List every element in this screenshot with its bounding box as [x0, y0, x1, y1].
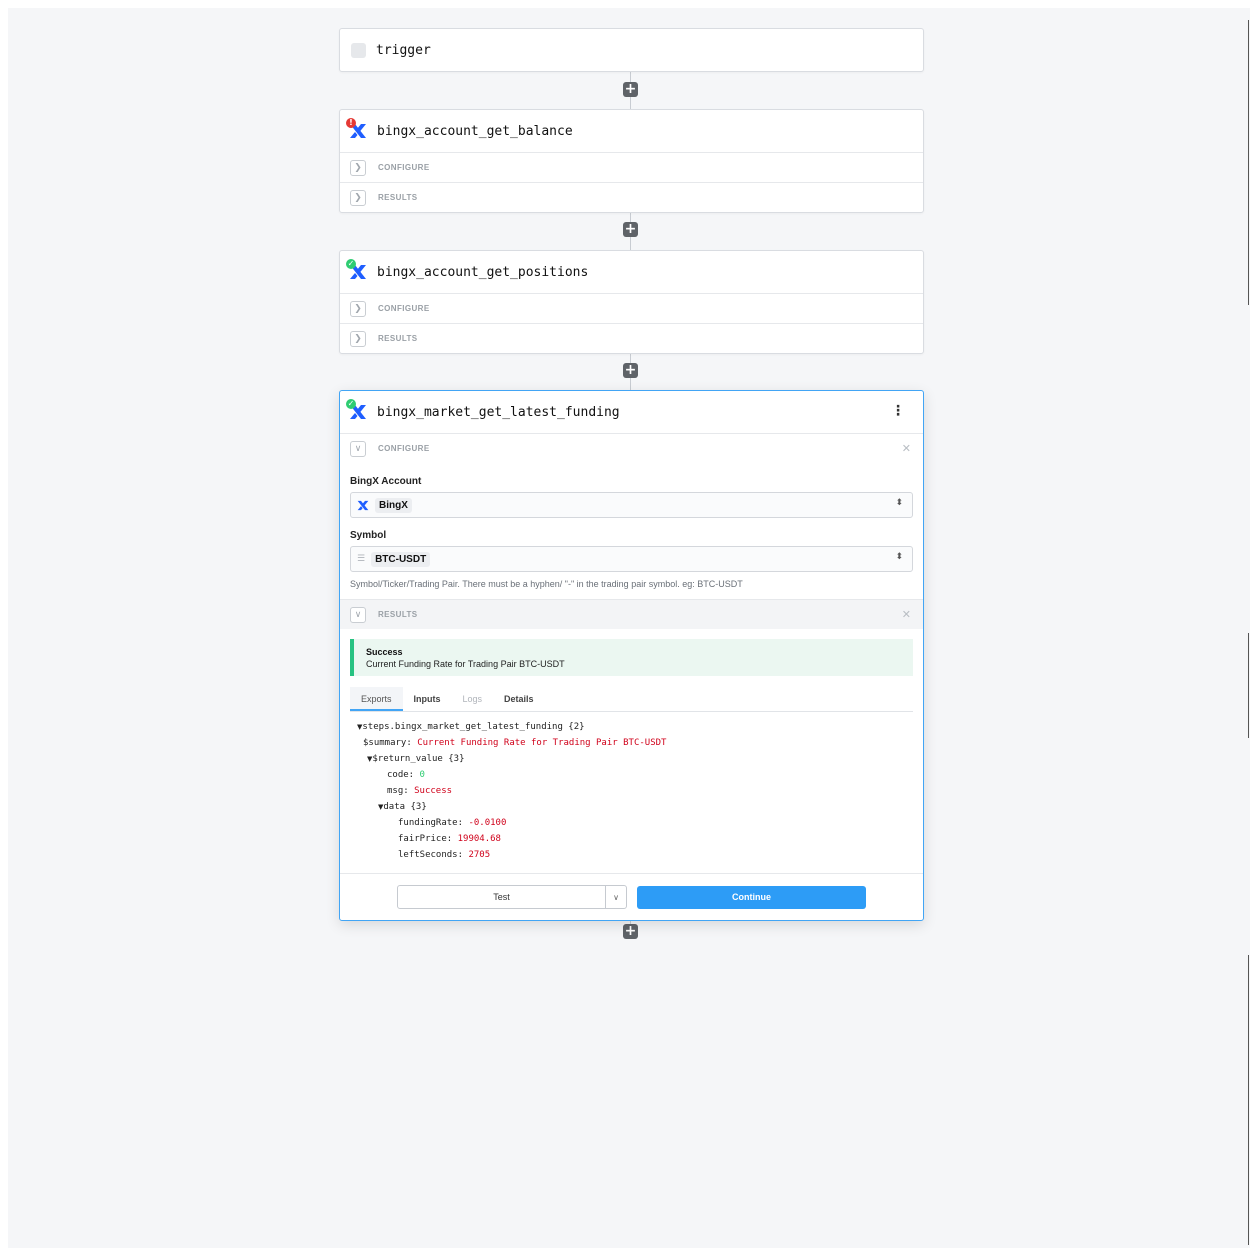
step-title: bingx_account_get_positions: [377, 264, 589, 280]
tree-node: msg: Success: [340, 783, 923, 799]
section-label: RESULTS: [378, 334, 418, 343]
tree-node: fairPrice: 19904.68: [340, 831, 923, 847]
symbol-field-label: Symbol: [350, 530, 387, 541]
tree-node[interactable]: ▼steps.bingx_market_get_latest_funding {…: [340, 719, 923, 735]
configure-section[interactable]: ❯ CONFIGURE: [340, 152, 923, 182]
check-icon: ✓: [346, 259, 356, 269]
scrollbar-marker: [1248, 633, 1249, 738]
tree-value: -0.0100: [468, 818, 507, 828]
chevron-right-icon[interactable]: ❯: [350, 330, 366, 347]
updown-arrows-icon: ⬍: [895, 498, 903, 508]
bingx-logo-icon: !: [346, 118, 367, 140]
chevron-right-icon[interactable]: ❯: [350, 189, 366, 206]
section-label: CONFIGURE: [378, 444, 430, 453]
check-icon: ✓: [346, 399, 356, 409]
tree-value: Current Funding Rate for Trading Pair BT…: [417, 738, 667, 748]
add-step-button[interactable]: +: [623, 363, 638, 378]
test-label: Test: [493, 892, 510, 902]
tree-key: msg:: [387, 786, 409, 796]
tree-key: fairPrice:: [398, 834, 453, 844]
tree-key: $summary:: [363, 738, 412, 748]
tree-value: 2705: [468, 850, 491, 860]
step-title: trigger: [376, 42, 431, 58]
tree-key: code:: [387, 770, 415, 780]
tree-value: Success: [414, 786, 453, 796]
chevron-down-icon[interactable]: ∨: [350, 440, 366, 457]
kebab-menu-icon[interactable]: ⋮: [891, 403, 905, 419]
continue-button[interactable]: Continue: [637, 885, 866, 909]
tree-key: leftSeconds:: [398, 850, 464, 860]
chevron-right-icon[interactable]: ❯: [350, 300, 366, 317]
pin-icon[interactable]: ✕: [902, 442, 911, 455]
symbol-hint: Symbol/Ticker/Trading Pair. There must b…: [350, 579, 743, 589]
scrollbar-marker: [1248, 955, 1249, 1245]
tree-node[interactable]: ▼data {3}: [340, 799, 923, 815]
add-step-button[interactable]: +: [623, 924, 638, 939]
exports-tree: ▼steps.bingx_market_get_latest_funding {…: [340, 712, 923, 863]
tab-details[interactable]: Details: [493, 687, 545, 711]
symbol-select[interactable]: ☰ BTC-USDT ⬍: [350, 546, 913, 572]
pin-icon[interactable]: ✕: [902, 608, 911, 621]
results-section[interactable]: ❯ RESULTS: [340, 182, 923, 212]
tree-value: 19904.68: [457, 834, 501, 844]
trigger-step-card[interactable]: trigger: [339, 28, 924, 72]
tab-exports[interactable]: Exports: [350, 687, 403, 711]
tree-node: leftSeconds: 2705: [340, 847, 923, 863]
symbol-chip: BTC-USDT: [371, 551, 431, 567]
bingx-logo-icon: ✓: [346, 259, 367, 281]
chevron-down-icon[interactable]: ∨: [350, 606, 366, 623]
bingx-logo-icon: ✓: [346, 399, 367, 421]
section-label: RESULTS: [378, 610, 418, 619]
test-button[interactable]: Test ∨: [397, 885, 627, 909]
configure-section-header[interactable]: ∨ CONFIGURE ✕: [340, 433, 923, 463]
success-title: Success: [366, 646, 403, 657]
trigger-icon: [351, 42, 366, 58]
tree-key: data {3}: [383, 802, 427, 812]
results-section-header[interactable]: ∨ RESULTS ✕: [340, 599, 923, 629]
tree-key: fundingRate:: [398, 818, 464, 828]
tab-inputs[interactable]: Inputs: [403, 687, 452, 711]
tree-value: 0: [419, 770, 425, 780]
list-icon: ☰: [357, 554, 366, 564]
success-banner: Success Current Funding Rate for Trading…: [350, 639, 913, 676]
section-label: CONFIGURE: [378, 163, 430, 172]
tree-node[interactable]: ▼$return_value {3}: [340, 751, 923, 767]
step-title: bingx_market_get_latest_funding: [377, 404, 620, 420]
updown-arrows-icon: ⬍: [895, 552, 903, 562]
chevron-right-icon[interactable]: ❯: [350, 159, 366, 176]
tree-key: $return_value {3}: [372, 754, 465, 764]
account-field-label: BingX Account: [350, 476, 422, 487]
tree-node: fundingRate: -0.0100: [340, 815, 923, 831]
add-step-button[interactable]: +: [623, 82, 638, 97]
step-title: bingx_account_get_balance: [377, 123, 573, 139]
step-card-get-latest-funding[interactable]: ✓ bingx_market_get_latest_funding ⋮ ∨ CO…: [339, 390, 924, 921]
tree-node: $summary: Current Funding Rate for Tradi…: [340, 735, 923, 751]
chevron-down-icon[interactable]: ∨: [605, 886, 626, 908]
account-select[interactable]: BingX ⬍: [350, 492, 913, 518]
configure-section[interactable]: ❯ CONFIGURE: [340, 293, 923, 323]
tab-logs[interactable]: Logs: [452, 687, 494, 711]
error-icon: !: [346, 118, 356, 128]
section-label: RESULTS: [378, 193, 418, 202]
step-card-get-positions[interactable]: ✓ bingx_account_get_positions ❯ CONFIGUR…: [339, 250, 924, 354]
section-label: CONFIGURE: [378, 304, 430, 313]
results-section[interactable]: ❯ RESULTS: [340, 323, 923, 353]
tree-node: code: 0: [340, 767, 923, 783]
success-message: Current Funding Rate for Trading Pair BT…: [366, 658, 565, 669]
add-step-button[interactable]: +: [623, 222, 638, 237]
account-chip: BingX: [375, 497, 412, 513]
results-tabs: Exports Inputs Logs Details: [350, 687, 913, 712]
step-card-get-balance[interactable]: ! bingx_account_get_balance ❯ CONFIGURE …: [339, 109, 924, 213]
tree-key: steps.bingx_market_get_latest_funding {2…: [362, 722, 585, 732]
bingx-logo-icon: [357, 500, 369, 510]
scrollbar-marker: [1248, 20, 1249, 305]
step-footer: Test ∨ Continue: [340, 873, 923, 920]
